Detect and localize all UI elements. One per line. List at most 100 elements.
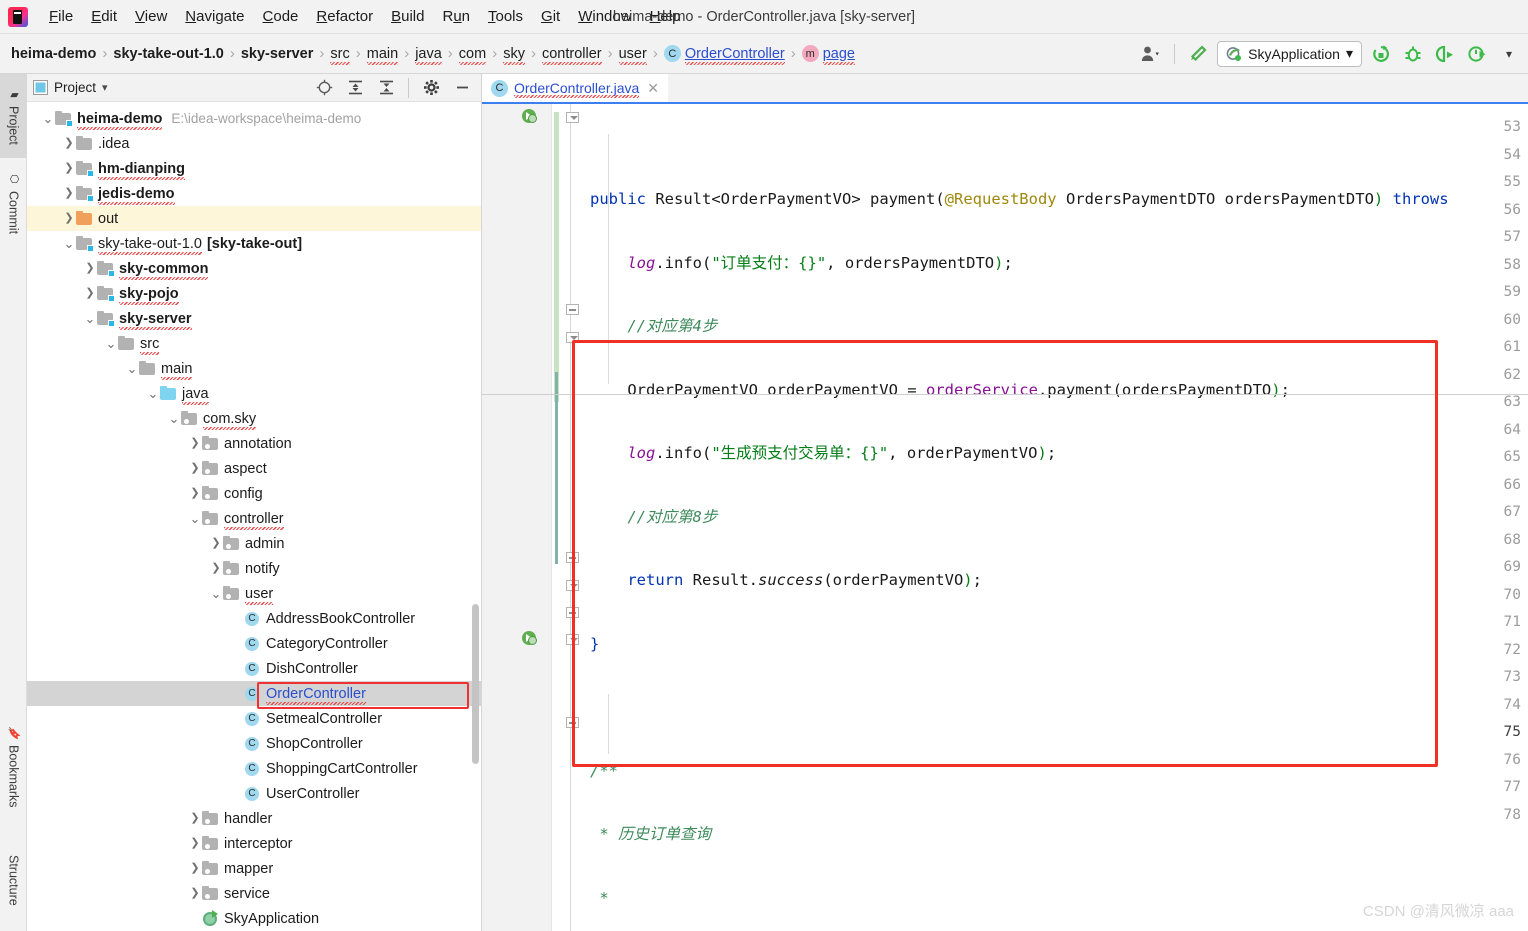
chevron-right-icon[interactable]: ❯	[209, 563, 223, 574]
menu-help[interactable]: Help	[641, 6, 690, 27]
project-scrollbar[interactable]	[472, 604, 479, 764]
tree-node-src[interactable]: ⌄ src	[27, 331, 481, 356]
code-line-54[interactable]: log.info("订单支付：{}", ordersPaymentDTO);	[590, 250, 1528, 278]
menu-edit[interactable]: Edit	[82, 6, 126, 27]
chevron-right-icon[interactable]: ❯	[62, 163, 76, 174]
code-line-58[interactable]: //对应第8步	[590, 504, 1528, 532]
chevron-right-icon[interactable]: ❯	[188, 488, 202, 499]
tree-node-sky-common[interactable]: ❯ sky-common	[27, 256, 481, 281]
code-fold-arrow[interactable]	[566, 112, 579, 123]
tree-node-setmealcontroller[interactable]: C SetmealController	[27, 706, 481, 731]
chevron-right-icon[interactable]: ❯	[188, 838, 202, 849]
chevron-down-icon[interactable]: ⌄	[62, 237, 76, 250]
tree-node-java[interactable]: ⌄ java	[27, 381, 481, 406]
tree-node-shoppingcartcontroller[interactable]: C ShoppingCartController	[27, 756, 481, 781]
profiler-icon[interactable]	[1464, 41, 1490, 67]
chevron-down-icon[interactable]: ⌄	[41, 112, 55, 125]
chevron-right-icon[interactable]: ❯	[83, 288, 97, 299]
tree-node-sky-take-out-1-0[interactable]: ⌄ sky-take-out-1.0 [sky-take-out]	[27, 231, 481, 256]
code-fold-arrow[interactable]	[566, 607, 579, 618]
run-method-gutter-icon[interactable]	[522, 109, 538, 125]
tree-node-shopcontroller[interactable]: C ShopController	[27, 731, 481, 756]
run-configuration-selector[interactable]: SkyApplication ▾	[1217, 40, 1362, 67]
tree-node--idea[interactable]: ❯ .idea	[27, 131, 481, 156]
expand-all-icon[interactable]	[342, 75, 368, 101]
chevron-down-icon[interactable]: ⌄	[146, 387, 160, 400]
code-line-56[interactable]: OrderPaymentVO orderPaymentVO = orderSer…	[590, 377, 1528, 405]
settings-gear-icon[interactable]	[418, 75, 444, 101]
tree-node-hm-dianping[interactable]: ❯ hm-dianping	[27, 156, 481, 181]
chevron-right-icon[interactable]: ❯	[83, 263, 97, 274]
close-icon[interactable]: ✕	[647, 80, 659, 97]
run-method-gutter-icon[interactable]	[522, 631, 538, 647]
code-line-59[interactable]: return Result.success(orderPaymentVO);	[590, 567, 1528, 595]
tree-node-interceptor[interactable]: ❯ interceptor	[27, 831, 481, 856]
code-line-60[interactable]: }	[590, 631, 1528, 659]
run-icon[interactable]	[1368, 41, 1394, 67]
debug-icon[interactable]	[1400, 41, 1426, 67]
tree-node-heima-demo[interactable]: ⌄ heima-demo E:\idea-workspace\heima-demo	[27, 106, 481, 131]
tree-node-ordercontroller[interactable]: C OrderController	[27, 681, 481, 706]
tree-node-out[interactable]: ❯ out	[27, 206, 481, 231]
chevron-right-icon[interactable]: ❯	[188, 463, 202, 474]
menu-view[interactable]: View	[126, 6, 176, 27]
tree-node-annotation[interactable]: ❯ annotation	[27, 431, 481, 456]
tab-ordercontroller-java[interactable]: C OrderController.java ✕	[482, 74, 669, 102]
tree-node-categorycontroller[interactable]: C CategoryController	[27, 631, 481, 656]
build-hammer-icon[interactable]	[1185, 41, 1211, 67]
chevron-right-icon[interactable]: ❯	[62, 138, 76, 149]
tree-node-mapper[interactable]: ❯ mapper	[27, 856, 481, 881]
code-fold-arrow[interactable]	[566, 580, 579, 591]
chevron-down-icon[interactable]: ⌄	[209, 587, 223, 600]
chevron-right-icon[interactable]: ❯	[188, 863, 202, 874]
breadcrumb-item-page[interactable]: m page	[799, 43, 858, 65]
breadcrumb-item-com[interactable]: com	[456, 44, 489, 65]
project-tree[interactable]: ⌄ heima-demo E:\idea-workspace\heima-demo ❯…	[27, 102, 481, 931]
menu-tools[interactable]: Tools	[479, 6, 532, 27]
breadcrumb-item-controller[interactable]: controller	[539, 44, 605, 65]
chevron-down-icon[interactable]: ⌄	[104, 337, 118, 350]
locate-file-icon[interactable]	[311, 75, 337, 101]
code-line-53[interactable]: public Result<OrderPaymentVO> payment(@R…	[590, 186, 1528, 214]
chevron-right-icon[interactable]: ❯	[188, 438, 202, 449]
collapse-all-icon[interactable]	[373, 75, 399, 101]
breadcrumb-item-ordercontroller[interactable]: C OrderController	[661, 43, 788, 65]
menu-git[interactable]: Git	[532, 6, 569, 27]
tree-node-sky-pojo[interactable]: ❯ sky-pojo	[27, 281, 481, 306]
code-line-55[interactable]: //对应第4步	[590, 313, 1528, 341]
breadcrumb-item-java[interactable]: java	[412, 44, 445, 65]
breadcrumb-item-heima-demo[interactable]: heima-demo	[8, 44, 99, 64]
tree-node-notify[interactable]: ❯ notify	[27, 556, 481, 581]
sidebar-item-project[interactable]: ▰ Project	[0, 74, 27, 158]
breadcrumb-item-src[interactable]: src	[327, 44, 352, 65]
breadcrumb-item-sky-server[interactable]: sky-server	[238, 44, 317, 64]
chevron-down-icon[interactable]: ⌄	[188, 512, 202, 525]
code-fold-arrow[interactable]	[566, 332, 579, 343]
editor-gutter[interactable]	[482, 104, 552, 931]
code-line-57[interactable]: log.info("生成预支付交易单：{}", orderPaymentVO);	[590, 440, 1528, 468]
chevron-down-icon[interactable]: ⌄	[167, 412, 181, 425]
code-text[interactable]: public Result<OrderPaymentVO> payment(@R…	[590, 104, 1528, 931]
tree-node-aspect[interactable]: ❯ aspect	[27, 456, 481, 481]
tree-node-dishcontroller[interactable]: C DishController	[27, 656, 481, 681]
sidebar-item-bookmarks[interactable]: 🔖 Bookmarks	[0, 715, 27, 819]
code-fold-arrow[interactable]	[566, 552, 579, 563]
tree-node-controller[interactable]: ⌄ controller	[27, 506, 481, 531]
tree-node-usercontroller[interactable]: C UserController	[27, 781, 481, 806]
code-line-63[interactable]: * 历史订单查询	[590, 821, 1528, 849]
tree-node-service[interactable]: ❯ service	[27, 881, 481, 906]
tree-node-user[interactable]: ⌄ user	[27, 581, 481, 606]
breadcrumb-item-user[interactable]: user	[616, 44, 650, 65]
code-fold-arrow[interactable]	[566, 717, 579, 728]
tree-node-admin[interactable]: ❯ admin	[27, 531, 481, 556]
more-actions-icon[interactable]: ▾	[1496, 41, 1522, 67]
tree-node-com-sky[interactable]: ⌄ com.sky	[27, 406, 481, 431]
code-line-61[interactable]	[590, 694, 1528, 722]
code-fold-arrow[interactable]	[566, 634, 579, 645]
breadcrumb-item-sky-take-out[interactable]: sky-take-out-1.0	[110, 44, 226, 64]
breadcrumb-item-main[interactable]: main	[364, 44, 401, 65]
tree-node-jedis-demo[interactable]: ❯ jedis-demo	[27, 181, 481, 206]
sidebar-item-structure[interactable]: Structure	[0, 835, 27, 925]
breadcrumb-item-sky[interactable]: sky	[500, 44, 528, 65]
user-settings-icon[interactable]	[1138, 41, 1164, 67]
